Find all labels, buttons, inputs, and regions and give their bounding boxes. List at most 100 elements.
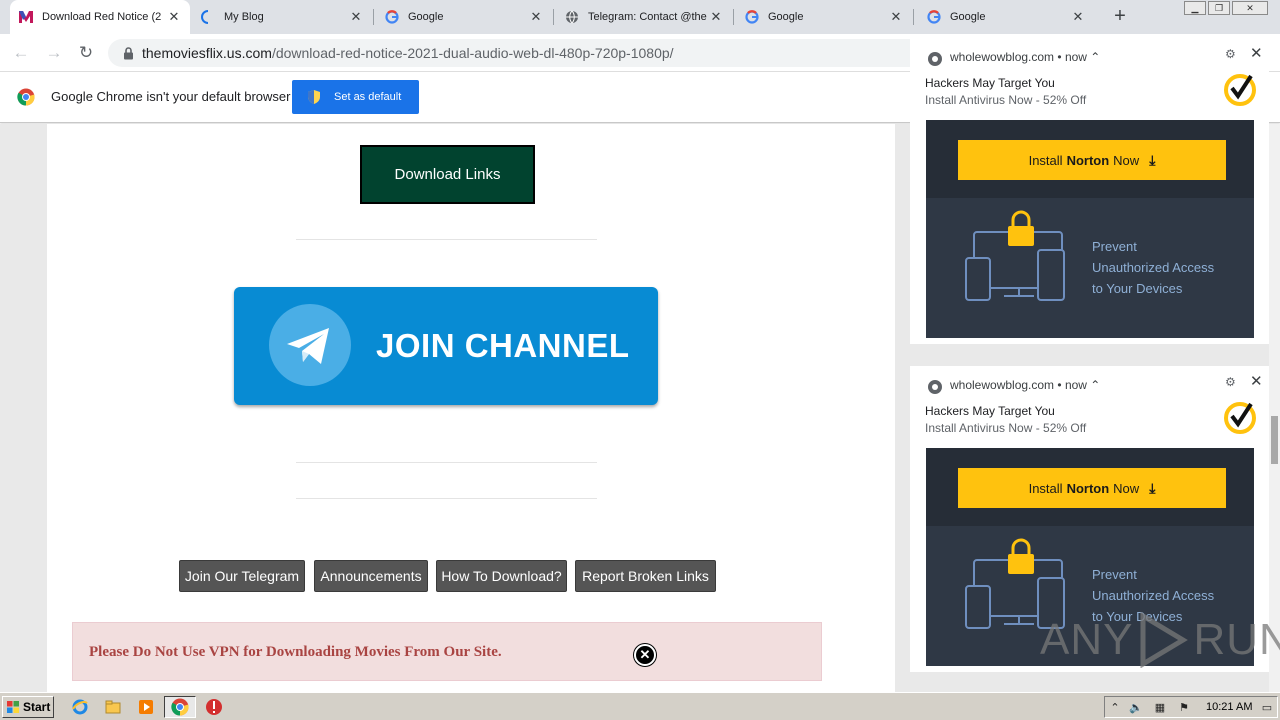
scrollbar-thumb[interactable]	[1271, 416, 1278, 464]
tray-expand-icon[interactable]: ⌃	[1108, 701, 1122, 715]
back-arrow-icon[interactable]: ←	[9, 41, 33, 65]
download-icon: ⤓	[1149, 479, 1156, 496]
url-path: /download-red-notice-2021-dual-audio-web…	[271, 45, 674, 61]
tab-title: Google	[768, 11, 804, 23]
page-content	[47, 124, 895, 692]
chrome-icon	[171, 698, 189, 716]
download-links-button[interactable]: Download Links	[360, 145, 535, 204]
minimize-button[interactable]: ▁	[1184, 1, 1206, 15]
media-player-icon[interactable]	[137, 698, 155, 716]
divider	[296, 498, 597, 499]
windows-logo-icon	[7, 701, 19, 713]
movies-m-icon	[18, 9, 34, 25]
close-icon[interactable]: ✕	[888, 9, 904, 25]
join-channel-banner[interactable]: JOIN CHANNEL	[234, 287, 658, 405]
maximize-button[interactable]: ❐	[1208, 1, 1230, 15]
stop-sign-icon[interactable]	[205, 698, 223, 716]
how-to-download-button[interactable]: How To Download?	[436, 560, 567, 592]
tab-google-2[interactable]: Google ✕	[736, 0, 912, 34]
globe-icon	[564, 9, 580, 25]
set-as-default-button[interactable]: Set as default	[292, 80, 419, 114]
flag-icon[interactable]: ⚑	[1177, 701, 1191, 715]
tab-divider	[733, 9, 734, 25]
devices-lock-icon	[965, 210, 1065, 301]
notification-source: wholewowblog.com • now ⌃	[950, 50, 1101, 64]
tab-download-red-notice[interactable]: Download Red Notice (2 ✕	[10, 0, 190, 34]
close-icon[interactable]: ✕	[708, 9, 724, 25]
close-icon[interactable]: ✕	[348, 9, 364, 25]
google-g-icon	[384, 9, 400, 25]
gear-icon[interactable]: ⚙	[1225, 47, 1236, 61]
volume-icon[interactable]: 🔈	[1129, 701, 1143, 715]
tab-google-3[interactable]: Google ✕	[918, 0, 1094, 34]
tab-title: Google	[950, 11, 986, 23]
chrome-logo-icon	[17, 88, 35, 106]
tab-my-blog[interactable]: My Blog ✕	[192, 0, 372, 34]
join-telegram-button[interactable]: Join Our Telegram	[179, 560, 305, 592]
norton-check-icon	[1224, 74, 1256, 106]
install-norton-button[interactable]: Install Norton Now ⤓	[958, 468, 1226, 508]
close-icon[interactable]: ✕	[1250, 372, 1263, 390]
telegram-icon	[269, 304, 351, 386]
norton-ad-image[interactable]: Install Norton Now ⤓ Prevent Unauthorized …	[926, 120, 1254, 338]
announcements-button[interactable]: Announcements	[314, 560, 428, 592]
notification-card[interactable]: wholewowblog.com • now ⌃ ⚙ ✕ Hackers May…	[910, 38, 1269, 344]
page-scrollbar[interactable]	[1269, 124, 1280, 692]
tab-title: Download Red Notice (2	[42, 11, 162, 23]
google-g-icon	[744, 9, 760, 25]
anyrun-watermark: ANY RUN	[1040, 610, 1280, 670]
chrome-notification-icon	[928, 380, 942, 394]
report-broken-links-button[interactable]: Report Broken Links	[575, 560, 716, 592]
play-logo-icon	[1140, 612, 1189, 668]
window-close-button[interactable]: ✕	[1232, 1, 1268, 15]
close-icon[interactable]: ✕	[1070, 9, 1086, 25]
url-domain: themoviesflix.us.com	[142, 45, 272, 61]
system-tray: ⌃ 🔈 ▦ ⚑ 10:21 AM ▭	[1104, 696, 1278, 718]
taskbar-chrome-button[interactable]	[164, 696, 196, 718]
close-icon[interactable]: ✕	[634, 644, 656, 666]
network-icon[interactable]: ▦	[1153, 701, 1167, 715]
close-icon[interactable]: ✕	[166, 9, 182, 25]
tab-divider	[913, 9, 914, 25]
notification-body: Install Antivirus Now - 52% Off	[925, 93, 1087, 107]
close-icon[interactable]: ✕	[528, 9, 544, 25]
vpn-warning-box: Please Do Not Use VPN for Downloading Mo…	[72, 622, 822, 681]
tab-divider	[553, 9, 554, 25]
install-norton-button[interactable]: Install Norton Now ⤓	[958, 140, 1226, 180]
windows-taskbar: Start ⌃ 🔈 ▦ ⚑ 10:21 AM ▭	[0, 692, 1280, 720]
close-icon[interactable]: ✕	[1250, 44, 1263, 62]
tab-divider	[373, 9, 374, 25]
set-as-default-label: Set as default	[334, 91, 402, 103]
notification-body: Install Antivirus Now - 52% Off	[925, 421, 1087, 435]
show-desktop-icon[interactable]: ▭	[1260, 701, 1274, 715]
notification-source: wholewowblog.com • now ⌃	[950, 378, 1101, 392]
notification-title: Hackers May Target You	[925, 76, 1055, 90]
infobar-message: Google Chrome isn't your default browser	[51, 89, 291, 104]
tab-strip: Download Red Notice (2 ✕ My Blog ✕ Googl…	[0, 0, 1280, 34]
ad-lower-panel: Prevent Unauthorized Access to Your Devi…	[926, 198, 1254, 338]
reload-icon[interactable]: ↻	[74, 41, 98, 65]
new-tab-button[interactable]: +	[1108, 5, 1132, 29]
address-bar[interactable]: themoviesflix.us.com/download-red-notice…	[108, 39, 928, 67]
start-button[interactable]: Start	[2, 696, 54, 718]
forward-arrow-icon[interactable]: →	[42, 41, 66, 65]
tab-title: Google	[408, 11, 444, 23]
gear-icon[interactable]: ⚙	[1225, 375, 1236, 389]
internet-explorer-icon[interactable]	[71, 698, 89, 716]
ad-tagline: Prevent Unauthorized Access to Your Devi…	[1092, 239, 1215, 296]
download-icon: ⤓	[1149, 151, 1156, 168]
tab-telegram[interactable]: Telegram: Contact @the ✕	[556, 0, 732, 34]
clock[interactable]: 10:21 AM	[1206, 701, 1252, 713]
join-channel-text: JOIN CHANNEL	[376, 327, 630, 364]
lock-icon	[122, 46, 134, 60]
tab-title: Telegram: Contact @the	[588, 11, 707, 23]
chrome-notification-icon	[928, 52, 942, 66]
google-g-icon	[926, 9, 942, 25]
divider	[296, 462, 597, 463]
norton-check-icon	[1224, 402, 1256, 434]
notification-title: Hackers May Target You	[925, 404, 1055, 418]
tab-google-1[interactable]: Google ✕	[376, 0, 552, 34]
file-explorer-icon[interactable]	[104, 698, 122, 716]
loading-spinner-icon	[200, 9, 216, 25]
divider	[296, 239, 597, 240]
